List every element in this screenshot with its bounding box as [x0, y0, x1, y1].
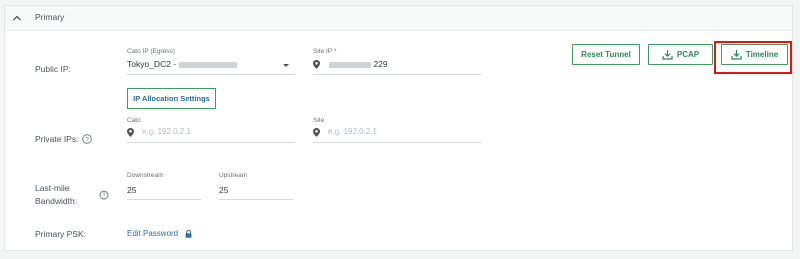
section-header[interactable]: Primary — [5, 6, 792, 31]
timeline-highlight-box — [714, 41, 792, 74]
site-ip-value: 229 — [373, 59, 388, 69]
reset-tunnel-label: Reset Tunnel — [581, 50, 631, 59]
site-ip-underline — [313, 74, 481, 75]
site-ip-label: Site IP * — [313, 48, 337, 55]
primary-psk-label: Primary PSK: — [35, 229, 87, 239]
download-icon — [662, 50, 673, 60]
private-site-underline — [313, 142, 481, 143]
bandwidth-label-line1: Last-mile — [35, 183, 70, 193]
help-icon[interactable]: ? — [82, 134, 92, 144]
site-ip-input[interactable]: 229 — [329, 59, 388, 69]
location-pin-icon — [127, 128, 134, 137]
lock-icon — [185, 230, 192, 238]
private-cato-label: Cato — [127, 117, 141, 124]
pcap-label: PCAP — [676, 50, 700, 59]
location-pin-icon — [313, 60, 320, 69]
upstream-underline — [219, 199, 293, 200]
help-icon[interactable]: ? — [99, 190, 109, 200]
private-site-label: Site — [313, 117, 325, 124]
cato-ip-select[interactable]: Tokyo_DC2 - — [127, 59, 237, 69]
downstream-input[interactable]: 25 — [127, 185, 136, 195]
chevron-up-icon[interactable] — [11, 12, 23, 24]
cato-ip-underline — [127, 74, 295, 75]
reset-tunnel-button[interactable]: Reset Tunnel — [572, 44, 640, 65]
public-ip-label: Public IP: — [35, 64, 71, 74]
primary-tunnel-panel: Primary Public IP: Cato IP (Egress) Toky… — [4, 5, 793, 251]
bandwidth-label-line2: Bandwidth: — [35, 196, 78, 206]
downstream-label: Downstream — [127, 172, 164, 179]
svg-text:?: ? — [85, 136, 89, 143]
private-site-input[interactable]: e.g. 192.0.2.1 — [328, 127, 377, 136]
section-title: Primary — [35, 12, 65, 22]
masked-ip — [329, 61, 371, 68]
chevron-down-icon[interactable] — [283, 64, 289, 67]
private-cato-underline — [127, 142, 295, 143]
downstream-underline — [127, 199, 201, 200]
required-mark: * — [333, 48, 337, 55]
private-cato-input[interactable]: e.g. 192.0.2.1 — [142, 127, 191, 136]
pcap-button[interactable]: PCAP — [648, 44, 713, 65]
cato-ip-label: Cato IP (Egress) — [127, 48, 175, 55]
ip-allocation-settings-button[interactable]: IP Allocation Settings — [127, 88, 216, 109]
upstream-label: Upstream — [219, 172, 248, 179]
private-ips-label: Private IPs: — [35, 134, 79, 144]
masked-ip — [178, 61, 237, 68]
edit-password-link[interactable]: Edit Password — [127, 229, 178, 238]
upstream-input[interactable]: 25 — [219, 185, 228, 195]
location-pin-icon — [313, 128, 320, 137]
cato-ip-value: Tokyo_DC2 - — [127, 59, 177, 69]
